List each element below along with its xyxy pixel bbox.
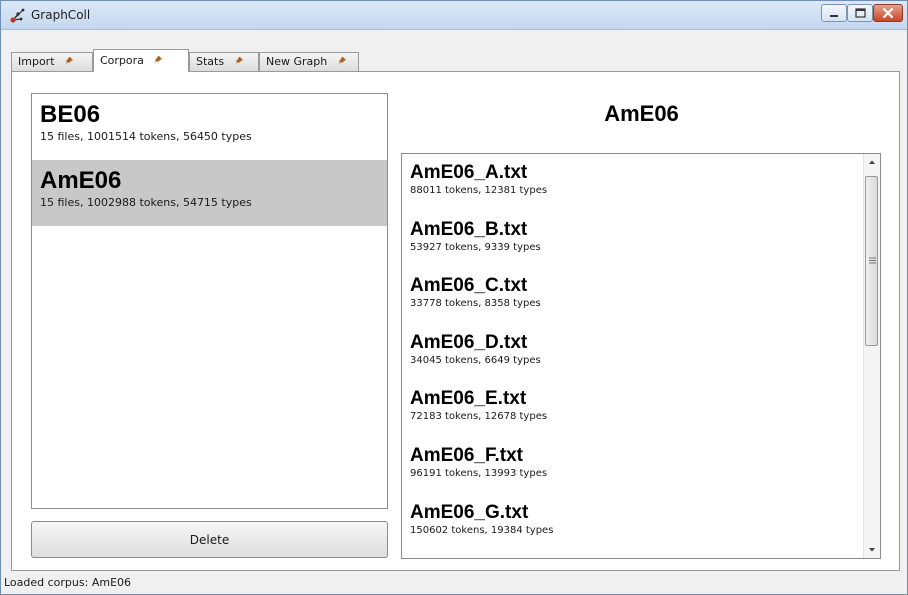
tab-bar: Import Corpora Stats New Graph bbox=[11, 49, 901, 72]
scrollbar-thumb[interactable] bbox=[865, 176, 878, 346]
corpora-panel: BE06 15 files, 1001514 tokens, 56450 typ… bbox=[11, 71, 900, 571]
corpus-list: BE06 15 files, 1001514 tokens, 56450 typ… bbox=[31, 93, 388, 509]
selected-corpus-heading: AmE06 bbox=[604, 101, 679, 126]
file-name: AmE06_E.txt bbox=[410, 388, 527, 410]
corpus-list-item[interactable]: BE06 15 files, 1001514 tokens, 56450 typ… bbox=[32, 94, 387, 160]
file-name: AmE06_C.txt bbox=[410, 275, 528, 297]
tab-new-graph[interactable]: New Graph bbox=[259, 52, 359, 71]
file-info: 150602 tokens, 19384 types bbox=[410, 524, 554, 536]
file-list-item[interactable]: AmE06_C.txt 33778 tokens, 8358 types bbox=[402, 267, 880, 324]
pin-icon[interactable] bbox=[337, 56, 347, 66]
corpus-info: 15 files, 1002988 tokens, 54715 types bbox=[40, 196, 252, 209]
file-info: 33778 tokens, 8358 types bbox=[410, 298, 541, 310]
file-name: AmE06_F.txt bbox=[410, 444, 523, 466]
file-list-item[interactable]: AmE06_G.txt 150602 tokens, 19384 types bbox=[402, 494, 880, 551]
tab-label: New Graph bbox=[266, 55, 328, 68]
file-name: AmE06_A.txt bbox=[410, 162, 528, 183]
scroll-up-arrow-icon[interactable] bbox=[864, 154, 880, 171]
file-name: AmE06_D.txt bbox=[410, 331, 528, 353]
tab-label: Import bbox=[18, 55, 55, 68]
corpus-list-item-selected[interactable]: AmE06 15 files, 1002988 tokens, 54715 ty… bbox=[32, 160, 387, 226]
file-name: AmE06_G.txt bbox=[410, 501, 529, 523]
pin-icon[interactable] bbox=[234, 56, 244, 66]
corpus-name: BE06 bbox=[40, 101, 101, 128]
file-list-item[interactable]: AmE06_D.txt 34045 tokens, 6649 types bbox=[402, 324, 880, 381]
tab-stats[interactable]: Stats bbox=[189, 52, 259, 71]
file-list-item[interactable]: AmE06_E.txt 72183 tokens, 12678 types bbox=[402, 380, 880, 437]
file-info: 34045 tokens, 6649 types bbox=[410, 354, 541, 366]
file-info: 88011 tokens, 12381 types bbox=[410, 185, 548, 196]
app-window: GraphColl Import Corpora Stats New Graph… bbox=[0, 0, 908, 595]
file-info: 53927 tokens, 9339 types bbox=[410, 241, 541, 253]
file-list-item[interactable]: AmE06_F.txt 96191 tokens, 13993 types bbox=[402, 437, 880, 494]
maximize-button[interactable] bbox=[847, 4, 873, 22]
pin-icon[interactable] bbox=[64, 56, 74, 66]
corpus-info: 15 files, 1001514 tokens, 56450 types bbox=[40, 130, 252, 143]
pin-icon[interactable] bbox=[153, 55, 163, 65]
window-title: GraphColl bbox=[31, 8, 91, 22]
status-bar: Loaded corpus: AmE06 bbox=[1, 573, 907, 594]
tab-label: Corpora bbox=[100, 54, 144, 67]
delete-button[interactable]: Delete bbox=[31, 521, 388, 558]
status-text: Loaded corpus: AmE06 bbox=[4, 576, 132, 589]
file-list: AmE06_A.txt 88011 tokens, 12381 types Am… bbox=[401, 153, 881, 559]
corpus-name: AmE06 bbox=[40, 167, 122, 194]
tab-import[interactable]: Import bbox=[11, 52, 93, 71]
scroll-down-arrow-icon[interactable] bbox=[864, 541, 880, 558]
file-name: AmE06_B.txt bbox=[410, 218, 528, 240]
file-list-item[interactable]: AmE06_B.txt 53927 tokens, 9339 types bbox=[402, 211, 880, 268]
file-list-item[interactable]: AmE06_A.txt 88011 tokens, 12381 types bbox=[402, 154, 880, 211]
file-info: 72183 tokens, 12678 types bbox=[410, 411, 548, 423]
close-button[interactable] bbox=[873, 4, 903, 22]
vertical-scrollbar[interactable] bbox=[863, 154, 880, 558]
title-bar[interactable]: GraphColl bbox=[1, 1, 907, 30]
minimize-button[interactable] bbox=[821, 4, 847, 22]
graph-app-icon bbox=[10, 7, 26, 23]
file-info: 96191 tokens, 13993 types bbox=[410, 467, 548, 479]
scroll-grip-icon bbox=[869, 257, 876, 264]
tab-corpora[interactable]: Corpora bbox=[93, 49, 189, 72]
tab-label: Stats bbox=[196, 55, 225, 68]
